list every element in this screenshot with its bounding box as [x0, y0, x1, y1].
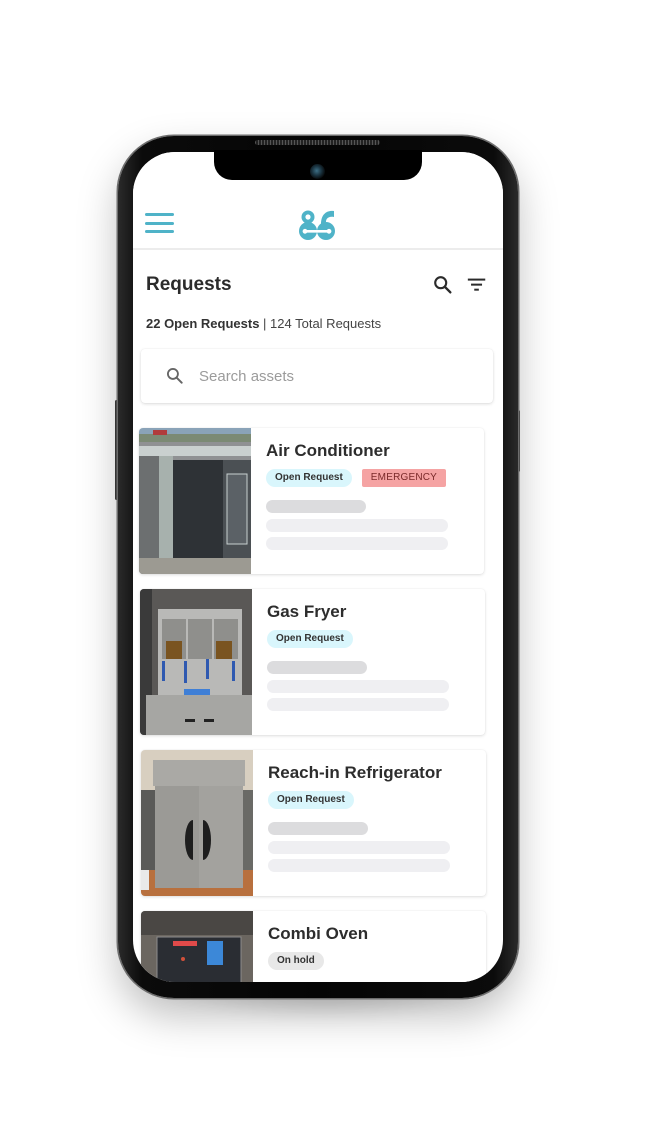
search-icon[interactable] — [432, 274, 456, 298]
request-card[interactable]: Air Conditioner Open Request EMERGENCY — [139, 428, 484, 574]
skeleton-line — [266, 500, 366, 513]
phone-speaker — [255, 140, 380, 145]
asset-image-air-conditioner — [139, 428, 251, 574]
asset-image-refrigerator — [141, 750, 253, 896]
search-assets-input[interactable] — [199, 363, 469, 389]
asset-name: Combi Oven — [268, 924, 369, 943]
skeleton-line — [268, 859, 450, 872]
skeleton-line — [267, 661, 367, 674]
skeleton-line — [268, 822, 368, 835]
search-assets-box — [141, 349, 493, 403]
badge-row: On hold — [268, 952, 324, 970]
summary-separator: | — [259, 316, 271, 331]
asset-name: Air Conditioner — [266, 441, 390, 460]
request-card[interactable]: Gas Fryer Open Request — [140, 589, 485, 735]
status-badge-open: Open Request — [266, 469, 352, 487]
skeleton-line — [266, 537, 448, 550]
skeleton-line — [267, 698, 449, 711]
asset-name: Reach-in Refrigerator — [268, 763, 442, 782]
badge-row: Open Request — [267, 630, 353, 648]
skeleton-line — [268, 841, 450, 854]
request-card[interactable]: Combi Oven On hold — [141, 911, 486, 982]
title-row: Requests — [146, 274, 491, 300]
badge-row: Open Request EMERGENCY — [266, 469, 447, 487]
badge-row: Open Request — [268, 791, 354, 809]
status-badge-on-hold: On hold — [268, 952, 324, 970]
total-requests-count: 124 Total Requests — [270, 316, 382, 331]
filter-icon[interactable] — [466, 274, 490, 298]
front-camera — [310, 164, 325, 179]
page-title: Requests — [146, 274, 232, 295]
phone-screen: Requests 22 Open Requests | 124 Total Re… — [133, 152, 503, 982]
status-badge-open: Open Request — [267, 630, 353, 648]
status-badge-open: Open Request — [268, 791, 354, 809]
logo-86 — [297, 208, 337, 242]
priority-badge-emergency: EMERGENCY — [361, 469, 447, 487]
asset-name: Gas Fryer — [267, 602, 347, 621]
request-summary: 22 Open Requests | 124 Total Requests — [146, 316, 381, 331]
hamburger-menu-icon[interactable] — [145, 213, 174, 233]
skeleton-line — [267, 680, 449, 693]
search-icon — [165, 366, 185, 386]
request-card[interactable]: Reach-in Refrigerator Open Request — [141, 750, 486, 896]
open-requests-count: 22 Open Requests — [146, 316, 260, 331]
asset-image-combi-oven — [141, 911, 253, 982]
asset-image-gas-fryer — [140, 589, 252, 735]
skeleton-line — [266, 519, 448, 532]
